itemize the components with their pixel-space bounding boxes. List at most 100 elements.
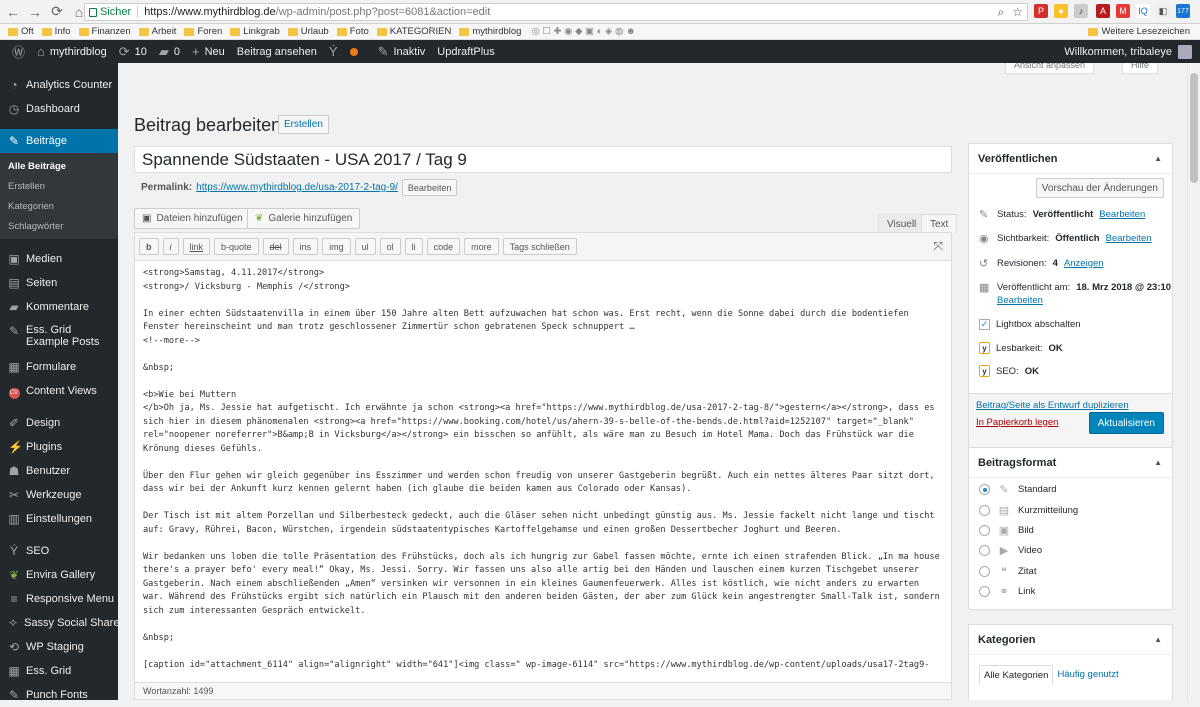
duplicate-draft-link[interactable]: Beitrag/Seite als Entwurf duplizieren bbox=[976, 400, 1129, 411]
pinterest-ext-icon[interactable]: P bbox=[1034, 4, 1048, 18]
bookmark-folder[interactable]: Oft bbox=[8, 26, 34, 37]
format-option-video[interactable]: ▶ Video bbox=[979, 544, 1042, 557]
add-media-button[interactable]: ▣ Dateien hinzufügen bbox=[134, 208, 251, 229]
qt-ul-button[interactable]: ul bbox=[354, 238, 376, 255]
menu-tools[interactable]: ✂ Werkzeuge bbox=[0, 483, 118, 507]
menu-pages[interactable]: ▤ Seiten bbox=[0, 271, 118, 295]
lightbox-checkbox[interactable]: ✓ bbox=[979, 319, 990, 330]
menu-seo[interactable]: Ý SEO bbox=[0, 539, 118, 563]
submenu-tags[interactable]: Schlagwörter bbox=[0, 216, 118, 236]
menu-analytics-counter[interactable]: ◔ Analytics Counter bbox=[0, 73, 118, 97]
qt-link-button[interactable]: link bbox=[182, 238, 211, 255]
menu-punch-fonts[interactable]: ✎ Punch Fonts bbox=[0, 683, 118, 707]
menu-forms[interactable]: ▦ Formulare bbox=[0, 355, 118, 379]
ext-icon[interactable]: IQ bbox=[1136, 4, 1150, 18]
submenu-all-posts[interactable]: Alle Beiträge bbox=[0, 156, 118, 176]
menu-users[interactable]: ☗ Benutzer bbox=[0, 459, 118, 483]
account-menu[interactable]: Willkommen, tribaleye bbox=[1064, 44, 1192, 59]
menu-design[interactable]: ✐ Design bbox=[0, 411, 118, 435]
visibility-edit-link[interactable]: Bearbeiten bbox=[1106, 233, 1152, 244]
content-textarea[interactable]: <strong>Samstag, 4.11.2017</strong> <str… bbox=[135, 261, 951, 683]
ext-icon[interactable]: ◧ bbox=[1156, 4, 1170, 18]
ext-icon[interactable]: A bbox=[1096, 4, 1110, 18]
reload-icon[interactable]: ⟳ bbox=[48, 3, 66, 21]
tab-most-used[interactable]: Häufig genutzt bbox=[1053, 665, 1122, 685]
date-edit-link[interactable]: Bearbeiten bbox=[997, 295, 1043, 306]
updates-link[interactable]: ⟳ 10 bbox=[119, 44, 147, 60]
radio-quote[interactable] bbox=[979, 566, 990, 577]
tab-text[interactable]: Text bbox=[921, 214, 958, 233]
qt-bold-button[interactable]: b bbox=[139, 238, 159, 255]
revisions-link[interactable]: Anzeigen bbox=[1064, 258, 1104, 269]
submenu-categories[interactable]: Kategorien bbox=[0, 196, 118, 216]
wp-logo-icon[interactable]: Ⓦ bbox=[12, 42, 25, 61]
ext-icon[interactable]: ♪ bbox=[1074, 4, 1088, 18]
add-gallery-button[interactable]: ❦ Galerie hinzufügen bbox=[247, 208, 361, 229]
comments-link[interactable]: ▰ 0 bbox=[159, 44, 180, 60]
ext-icon[interactable]: M bbox=[1116, 4, 1130, 18]
screen-options-button[interactable]: Ansicht anpassen bbox=[1005, 63, 1095, 74]
categories-header[interactable]: Kategorien ▲ bbox=[969, 625, 1172, 655]
site-name-link[interactable]: ⌂ mythirdblog bbox=[37, 44, 107, 59]
format-option-quote[interactable]: ❝ Zitat bbox=[979, 565, 1036, 578]
menu-wp-staging[interactable]: ⟲ WP Staging bbox=[0, 635, 118, 659]
permalink-url[interactable]: https://www.mythirdblog.de/usa-2017-2-ta… bbox=[196, 182, 398, 193]
trash-link[interactable]: In Papierkorb legen bbox=[976, 417, 1058, 428]
submenu-add-new[interactable]: Erstellen bbox=[0, 176, 118, 196]
ext-badge-icon[interactable]: 177 bbox=[1176, 4, 1190, 18]
format-option-standard[interactable]: ✎ Standard bbox=[979, 483, 1057, 496]
address-bar[interactable]: Sicher https://www.mythirdblog.de/wp-adm… bbox=[84, 3, 1028, 21]
preview-changes-button[interactable]: Vorschau der Änderungen bbox=[1035, 178, 1164, 198]
bookmark-folder[interactable]: Foren bbox=[184, 26, 222, 37]
page-scrollbar[interactable] bbox=[1187, 63, 1200, 700]
bookmark-folder[interactable]: KATEGORIEN bbox=[376, 26, 451, 37]
zoom-icon[interactable]: ⌕ bbox=[998, 5, 1005, 20]
qt-img-button[interactable]: img bbox=[322, 238, 351, 255]
format-option-image[interactable]: ▣ Bild bbox=[979, 524, 1034, 537]
add-new-button[interactable]: Erstellen bbox=[278, 115, 329, 134]
back-icon[interactable]: ← bbox=[4, 3, 22, 21]
bookmark-icons[interactable]: ◎ ☐ ✚ ◉ ◆ ▣ ◐ ◈ ◍ ☻ bbox=[531, 26, 635, 37]
toggle-icon[interactable]: ▲ bbox=[1154, 458, 1162, 467]
menu-media[interactable]: ▣ Medien bbox=[0, 247, 118, 271]
toggle-icon[interactable]: ▲ bbox=[1154, 635, 1162, 644]
secure-indicator[interactable]: Sicher bbox=[89, 6, 131, 18]
qt-del-button[interactable]: del bbox=[262, 238, 289, 255]
ext-icon[interactable]: ● bbox=[1054, 4, 1068, 18]
menu-settings[interactable]: ▥ Einstellungen bbox=[0, 507, 118, 531]
help-button[interactable]: Hilfe bbox=[1122, 63, 1159, 74]
qt-close-tags-button[interactable]: Tags schließen bbox=[502, 238, 577, 255]
inactive-link[interactable]: ✎ Inaktiv bbox=[378, 44, 426, 60]
scrollbar-thumb[interactable] bbox=[1190, 73, 1198, 183]
publish-header[interactable]: Veröffentlichen ▲ bbox=[969, 144, 1172, 174]
bookmark-folder[interactable]: mythirdblog bbox=[459, 26, 521, 37]
qt-li-button[interactable]: li bbox=[404, 238, 423, 255]
bookmark-folder[interactable]: Urlaub bbox=[287, 26, 329, 37]
post-title-input[interactable]: Spannende Südstaaten - USA 2017 / Tag 9 bbox=[134, 146, 952, 173]
menu-posts[interactable]: ✎ Beiträge bbox=[0, 129, 118, 153]
other-bookmarks[interactable]: Weitere Lesezeichen bbox=[1088, 26, 1190, 37]
bookmark-folder[interactable]: Arbeit bbox=[138, 26, 176, 37]
qt-italic-button[interactable]: i bbox=[162, 238, 179, 255]
qt-bquote-button[interactable]: b-quote bbox=[214, 238, 259, 255]
qt-ol-button[interactable]: ol bbox=[379, 238, 401, 255]
yoast-icon[interactable]: Ý bbox=[329, 44, 338, 59]
menu-dashboard[interactable]: ◷ Dashboard bbox=[0, 97, 118, 121]
permalink-edit-button[interactable]: Bearbeiten bbox=[401, 179, 458, 196]
menu-plugins[interactable]: ⚡ Plugins bbox=[0, 435, 118, 459]
format-option-link[interactable]: ⚭ Link bbox=[979, 585, 1035, 598]
toggle-icon[interactable]: ▲ bbox=[1154, 154, 1162, 163]
menu-envira-gallery[interactable]: ❦ Envira Gallery bbox=[0, 563, 118, 587]
radio-link[interactable] bbox=[979, 586, 990, 597]
radio-aside[interactable] bbox=[979, 505, 990, 516]
format-header[interactable]: Beitragsformat ▲ bbox=[969, 448, 1172, 478]
forward-icon[interactable]: → bbox=[26, 3, 44, 21]
bookmark-folder[interactable]: Foto bbox=[336, 26, 369, 37]
status-dot-icon[interactable] bbox=[349, 47, 358, 56]
qt-more-button[interactable]: more bbox=[464, 238, 499, 255]
bookmark-folder[interactable]: Linkgrab bbox=[230, 26, 280, 37]
star-icon[interactable]: ☆ bbox=[1012, 5, 1023, 20]
radio-standard[interactable] bbox=[979, 484, 990, 495]
radio-video[interactable] bbox=[979, 545, 990, 556]
tab-all-categories[interactable]: Alle Kategorien bbox=[979, 665, 1054, 685]
